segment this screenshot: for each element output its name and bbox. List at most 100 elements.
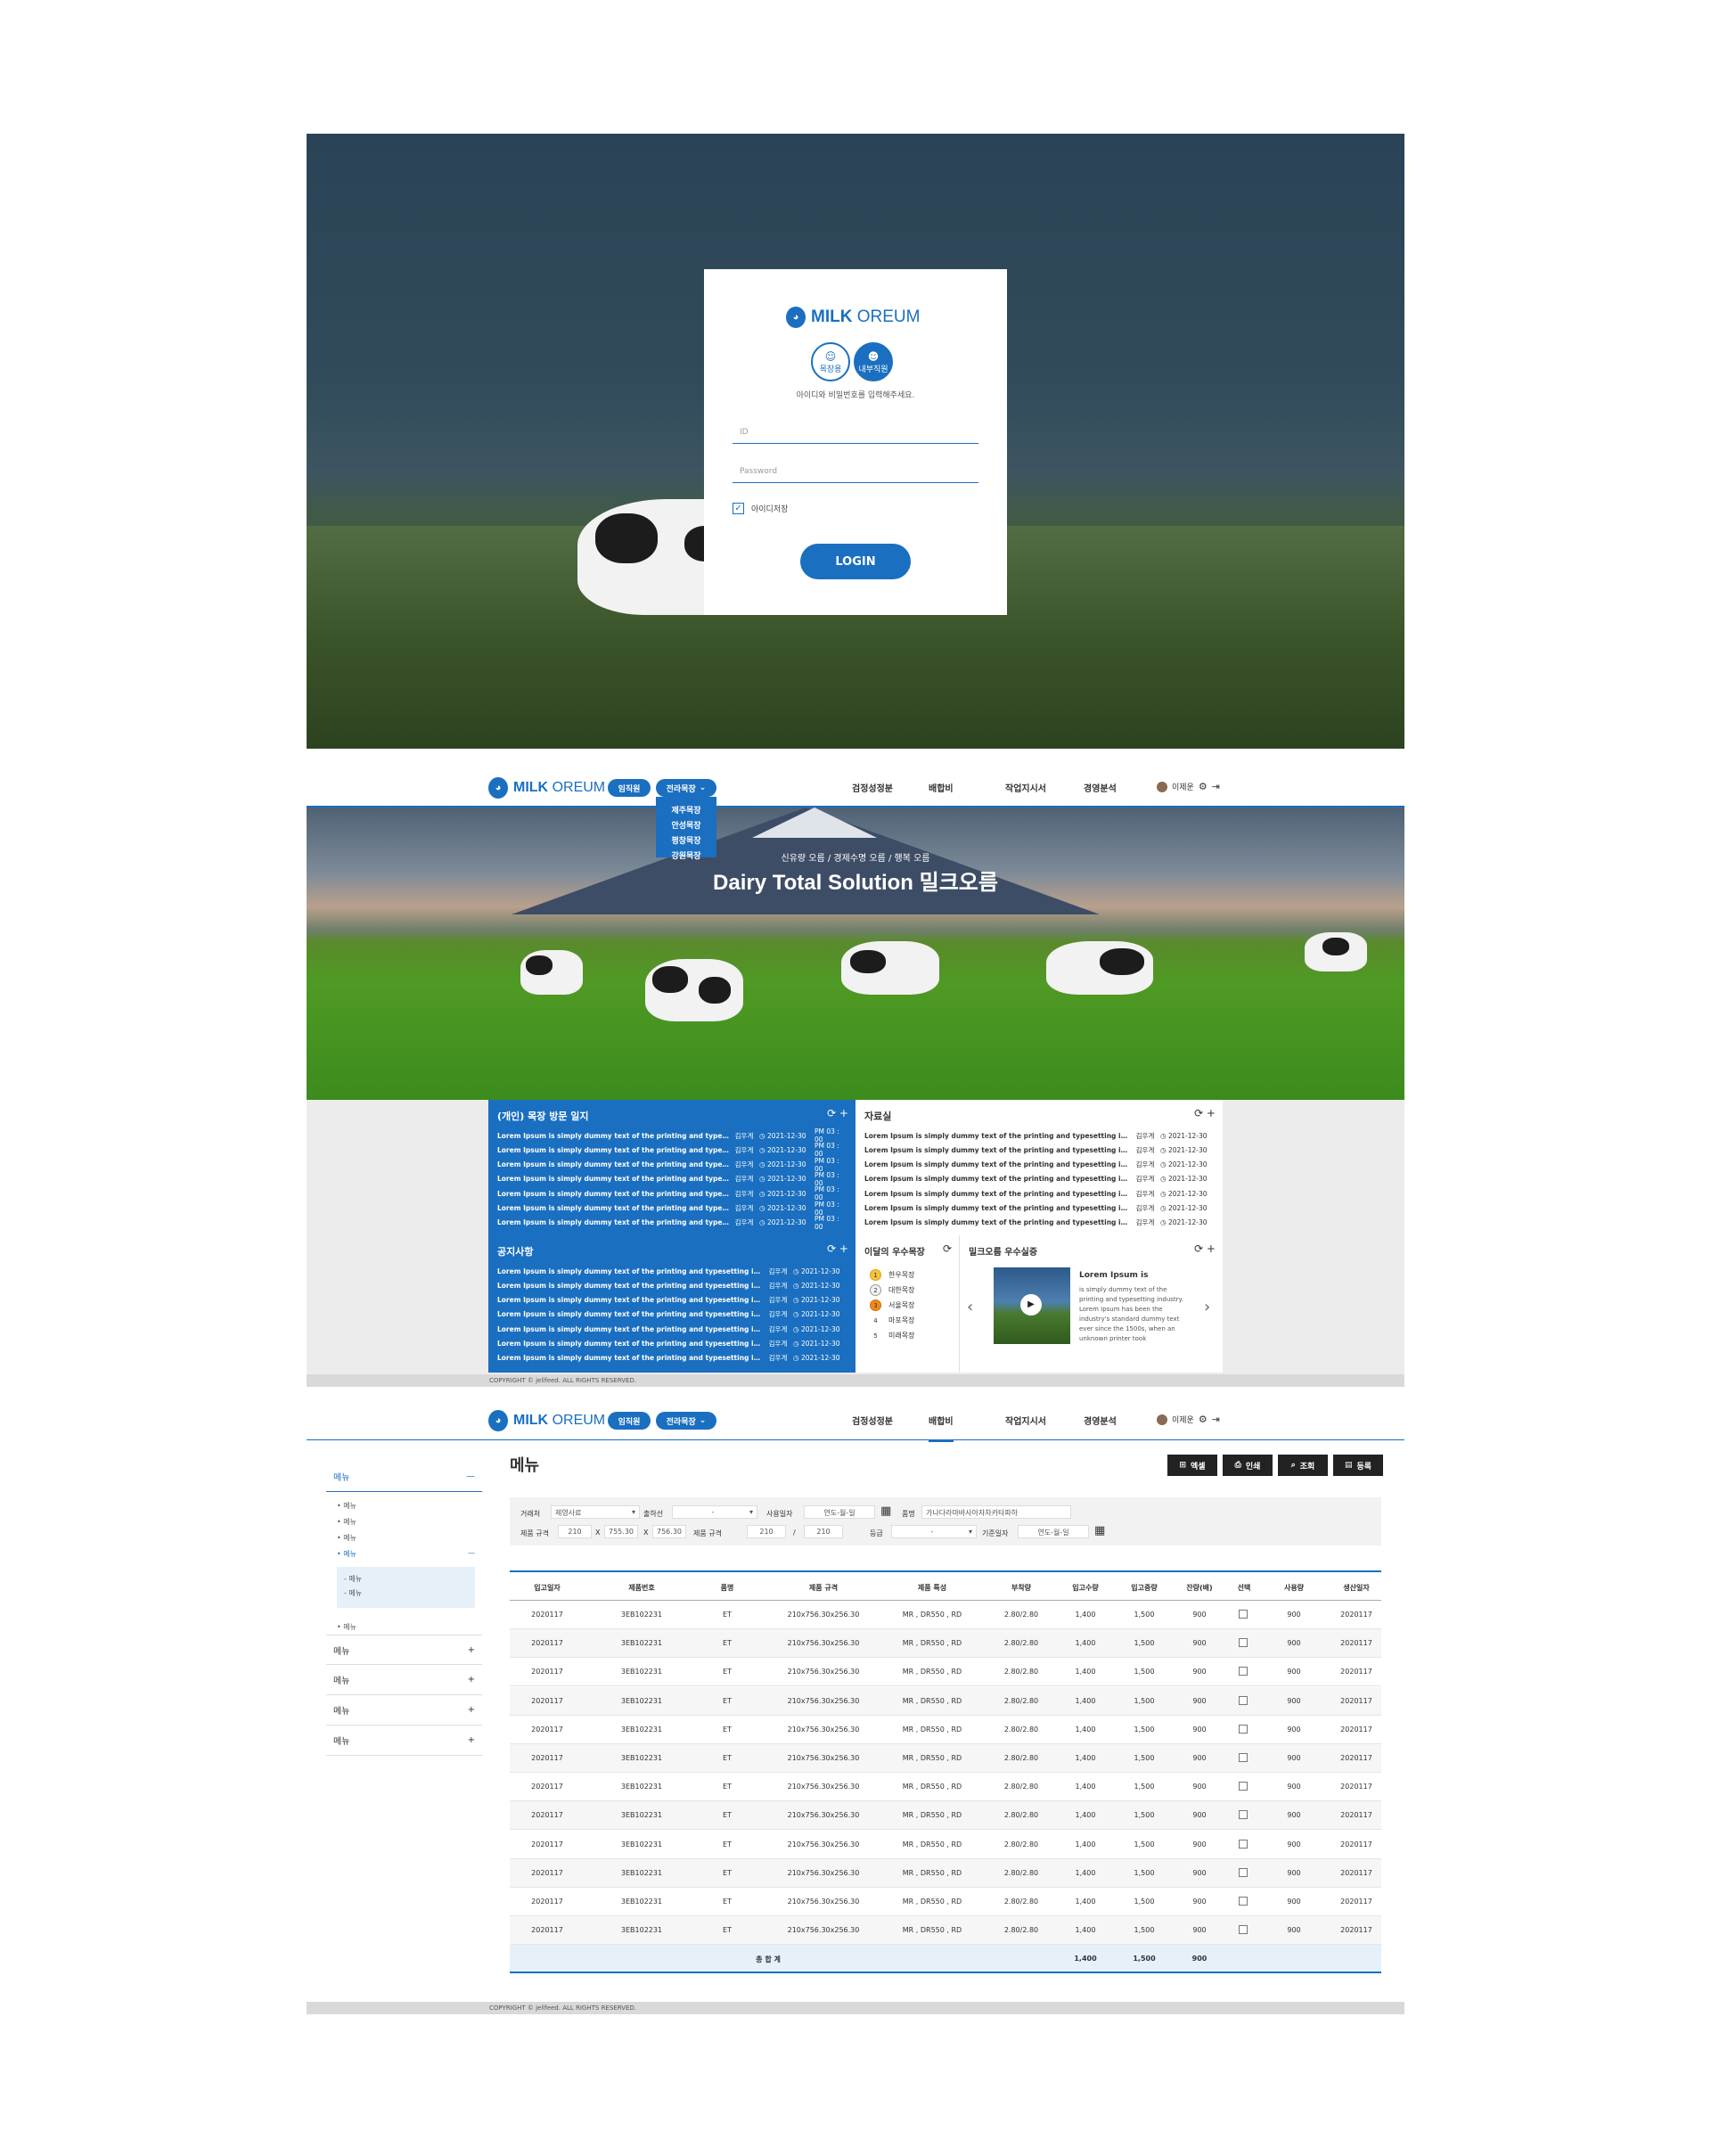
column-header[interactable]: 제품 특성 (896, 1583, 968, 1593)
rank-item[interactable]: 5 미래목장 (870, 1330, 914, 1341)
client-select[interactable]: 제영사료 ▾ (551, 1505, 640, 1519)
prev-arrow-icon[interactable]: ‹ (967, 1298, 973, 1316)
list-item[interactable]: Lorem Ipsum is simply dummy text of the … (497, 1171, 848, 1187)
list-item[interactable]: Lorem Ipsum is simply dummy text of the … (497, 1337, 848, 1351)
column-header[interactable]: 품명 (692, 1583, 763, 1593)
nav-item-2[interactable]: 작업지시서 (1005, 1414, 1046, 1427)
list-item[interactable]: Lorem Ipsum is simply dummy text of the … (497, 1142, 848, 1158)
product-name-input[interactable]: 가나다라마바사아자차카타파하 (921, 1505, 1071, 1519)
list-item[interactable]: Lorem Ipsum is simply dummy text of the … (497, 1185, 848, 1201)
select-checkbox[interactable] (1239, 1610, 1248, 1620)
column-header[interactable]: 생산일자 (1321, 1583, 1392, 1593)
farm-menu-item-1[interactable]: 안성목장 (656, 819, 716, 834)
nav-item-0[interactable]: 검정성정분 (852, 1414, 893, 1427)
table-row[interactable]: 2020117 3EB102231 ET 210x756.30x256.30 MR , … (510, 1744, 1381, 1773)
list-item[interactable]: Lorem Ipsum is simply dummy text of the … (864, 1216, 1216, 1230)
farm-menu-item-3[interactable]: 강원목장 (656, 849, 716, 865)
column-header[interactable]: 부착량 (986, 1583, 1057, 1593)
table-row[interactable]: 2020117 3EB102231 ET 210x756.30x256.30 MR , … (510, 1716, 1381, 1744)
select-checkbox[interactable] (1239, 1925, 1248, 1936)
spec-input-1[interactable]: 210 (558, 1525, 592, 1538)
logout-icon[interactable]: ⇥ (1212, 781, 1220, 792)
sidebar-sub-active[interactable]: • 메뉴 — (337, 1549, 482, 1559)
staff-role-button[interactable]: ☻ 내부직원 (854, 342, 893, 381)
milk-oreum-logo[interactable]: ◕ MILK OREUM (488, 777, 605, 799)
refresh-add-icon[interactable]: ⟳ + (827, 1107, 848, 1119)
spec-range-from[interactable]: 210 (747, 1525, 786, 1538)
column-header[interactable]: 제품번호 (606, 1583, 677, 1593)
sidebar-sub-after[interactable]: • 메뉴 (337, 1622, 356, 1632)
farm-menu-item-0[interactable]: 제주목장 (656, 804, 716, 819)
select-checkbox[interactable] (1239, 1782, 1248, 1792)
table-row[interactable]: 2020117 3EB102231 ET 210x756.30x256.30 MR , … (510, 1773, 1381, 1802)
play-icon[interactable]: ▶ (1020, 1294, 1042, 1316)
select-checkbox[interactable] (1239, 1724, 1248, 1735)
refresh-icon[interactable]: ⟳ (943, 1242, 952, 1255)
base-date-input[interactable]: 연도-월-일 (1018, 1525, 1089, 1538)
table-row[interactable]: 2020117 3EB102231 ET 210x756.30x256.30 MR , … (510, 1658, 1381, 1687)
sidebar-group-1[interactable]: 메뉴 + (326, 1665, 482, 1695)
table-row[interactable]: 2020117 3EB102231 ET 210x756.30x256.30 MR , … (510, 1858, 1381, 1888)
spec-range-to[interactable]: 210 (804, 1525, 843, 1538)
list-item[interactable]: Lorem Ipsum is simply dummy text of the … (497, 1127, 848, 1144)
spec-input-2[interactable]: 755.30 (604, 1525, 638, 1538)
list-item[interactable]: Lorem Ipsum is simply dummy text of the … (497, 1157, 848, 1173)
case-video-thumbnail[interactable]: ▶ (994, 1267, 1070, 1344)
avatar[interactable] (1157, 1414, 1167, 1425)
column-header[interactable]: 제품 규격 (788, 1583, 859, 1593)
remember-id-checkbox[interactable]: ✓ 아이디저장 (733, 503, 788, 514)
table-row[interactable]: 2020117 3EB102231 ET 210x756.30x256.30 MR , … (510, 1916, 1381, 1946)
sidebar-group-3[interactable]: 메뉴 + (326, 1726, 482, 1756)
sidebar-group-2[interactable]: 메뉴 + (326, 1695, 482, 1726)
list-item[interactable]: Lorem Ipsum is simply dummy text of the … (864, 1128, 1216, 1143)
excel-button[interactable]: ⊞ 엑셀 (1167, 1455, 1217, 1476)
select-checkbox[interactable] (1239, 1810, 1248, 1821)
rank-item[interactable]: 3 서울목장 (870, 1299, 914, 1311)
table-row[interactable]: 2020117 3EB102231 ET 210x756.30x256.30 MR , … (510, 1831, 1381, 1859)
table-row[interactable]: 2020117 3EB102231 ET 210x756.30x256.30 MR , … (510, 1801, 1381, 1831)
sidebar-group-0[interactable]: 메뉴 + (326, 1635, 482, 1665)
calendar-icon[interactable]: ▦ (880, 1504, 891, 1518)
avatar[interactable] (1157, 781, 1167, 792)
gear-icon[interactable]: ⚙ (1199, 781, 1208, 792)
password-input[interactable]: Password (733, 456, 978, 483)
select-checkbox[interactable] (1239, 1638, 1248, 1649)
use-date-input[interactable]: 연도-월-일 (804, 1505, 875, 1519)
select-checkbox[interactable] (1239, 1839, 1248, 1850)
list-item[interactable]: Lorem Ipsum is simply dummy text of the … (864, 1158, 1216, 1172)
sidebar-menu-open[interactable]: 메뉴 — (326, 1462, 482, 1492)
search-button[interactable]: ⌕ 조회 (1278, 1455, 1328, 1476)
nav-item-1[interactable]: 배합비 (929, 781, 954, 794)
nav-item-1-active[interactable]: 배합비 (929, 1414, 954, 1442)
refresh-add-icon[interactable]: ⟳ + (1194, 1242, 1216, 1255)
list-item[interactable]: Lorem Ipsum is simply dummy text of the … (497, 1351, 848, 1365)
list-item[interactable]: Lorem Ipsum is simply dummy text of the … (497, 1293, 848, 1308)
sidebar-subsub-1[interactable]: - 메뉴 (344, 1588, 362, 1598)
column-header[interactable]: 사용량 (1258, 1583, 1330, 1593)
farm-menu-item-2[interactable]: 평창목장 (656, 834, 716, 849)
login-button[interactable]: LOGIN (800, 544, 911, 579)
id-input[interactable]: ID (733, 417, 978, 444)
select-checkbox[interactable] (1239, 1897, 1248, 1907)
print-button[interactable]: ⎙ 인쇄 (1223, 1455, 1273, 1476)
nav-item-0[interactable]: 검정성정분 (852, 781, 893, 794)
sidebar-sub-1[interactable]: • 메뉴 (337, 1517, 356, 1527)
list-item[interactable]: Lorem Ipsum is simply dummy text of the … (497, 1308, 848, 1322)
list-item[interactable]: Lorem Ipsum is simply dummy text of the … (497, 1264, 848, 1278)
farm-role-button[interactable]: ☺ 목장용 (811, 342, 850, 381)
nav-item-3[interactable]: 경영분석 (1084, 1414, 1117, 1427)
table-row[interactable]: 2020117 3EB102231 ET 210x756.30x256.30 MR , … (510, 1686, 1381, 1716)
table-row[interactable]: 2020117 3EB102231 ET 210x756.30x256.30 MR , … (510, 1601, 1381, 1629)
next-arrow-icon[interactable]: › (1204, 1298, 1210, 1316)
list-item[interactable]: Lorem Ipsum is simply dummy text of the … (497, 1201, 848, 1217)
refresh-add-icon[interactable]: ⟳ + (827, 1242, 848, 1255)
farm-select-pill[interactable]: 전라목장 ⌄ (656, 779, 716, 797)
select-checkbox[interactable] (1239, 1695, 1248, 1707)
register-button[interactable]: ▤ 등록 (1333, 1455, 1383, 1476)
table-row[interactable]: 2020117 3EB102231 ET 210x756.30x256.30 MR , … (510, 1888, 1381, 1916)
list-item[interactable]: Lorem Ipsum is simply dummy text of the … (497, 1278, 848, 1292)
list-item[interactable]: Lorem Ipsum is simply dummy text of the … (497, 1322, 848, 1336)
list-item[interactable]: Lorem Ipsum is simply dummy text of the … (497, 1215, 848, 1231)
list-item[interactable]: Lorem Ipsum is simply dummy text of the … (864, 1143, 1216, 1157)
refresh-add-icon[interactable]: ⟳ + (1194, 1107, 1216, 1119)
